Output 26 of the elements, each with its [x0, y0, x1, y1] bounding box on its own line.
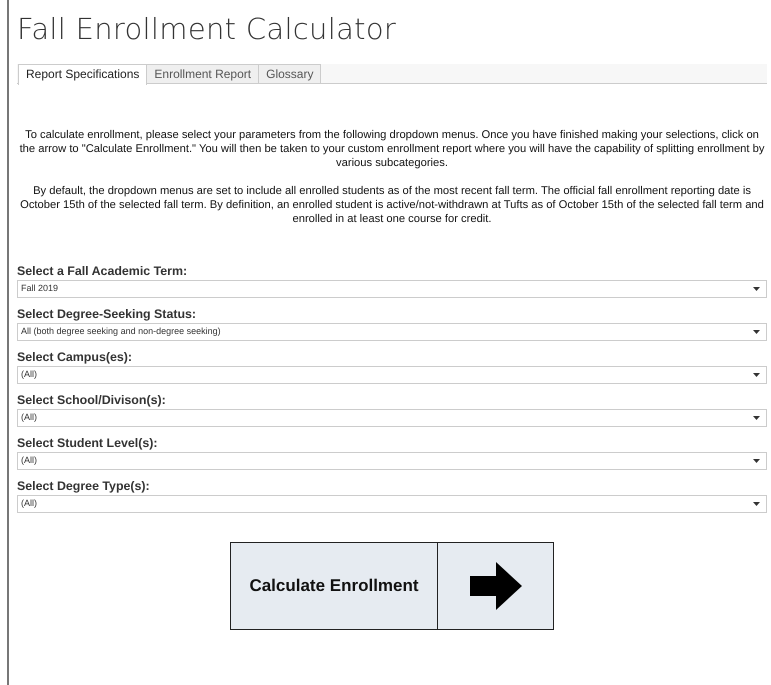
- dropdown-field[interactable]: All (both degree seeking and non-degree seeking): [17, 323, 767, 341]
- field-label: Select a Fall Academic Term:: [17, 264, 188, 279]
- field-label: Select Degree-Seeking Status:: [17, 307, 198, 322]
- tab[interactable]: Enrollment Report: [146, 64, 260, 83]
- dropdown-field[interactable]: (All): [17, 366, 767, 384]
- field-label: Select Degree Type(s):: [17, 479, 151, 494]
- intro-paragraph: By default, the dropdown menus are set to include all enrolled students as of the most recent fall term. The official fall enrollment reporting date is October 15th of the selected fall term. By definition, an enrolled student is active/not-withdrawn at Tufts as of October 15th of the selected fall term and enrolled in at least one course for credit.: [19, 184, 765, 226]
- field-label: Select School/Divison(s):: [17, 393, 167, 408]
- dropdown-field[interactable]: Fall 2019: [17, 280, 767, 298]
- intro-paragraph: To calculate enrollment, please select your parameters from the following dropdown menus. Once you have finished making your selections, click on the arrow to "Calculate Enrollment." You will then be taken to your custom enrollment report where you will have the capability of splitting enrollment by various subcategories.: [18, 128, 766, 170]
- caret-icon: [753, 416, 760, 420]
- arrow-icon: [470, 562, 522, 610]
- field-label: Select Student Level(s):: [17, 436, 158, 451]
- tab[interactable]: Report Specifications: [18, 64, 148, 85]
- caret-icon: [753, 373, 760, 377]
- calculate-enrollment-button[interactable]: Calculate Enrollment: [230, 542, 554, 630]
- caret-icon: [753, 287, 760, 291]
- dropdown-field[interactable]: (All): [17, 452, 767, 470]
- page-title: Fall Enrollment Calculator: [17, 11, 398, 47]
- caret-icon: [753, 502, 760, 506]
- dropdown-field[interactable]: (All): [17, 409, 767, 427]
- tab[interactable]: Glossary: [258, 64, 322, 83]
- caret-icon: [753, 330, 760, 334]
- caret-icon: [753, 459, 760, 463]
- field-label: Select Campus(es):: [17, 350, 133, 365]
- dropdown-field[interactable]: (All): [17, 495, 767, 513]
